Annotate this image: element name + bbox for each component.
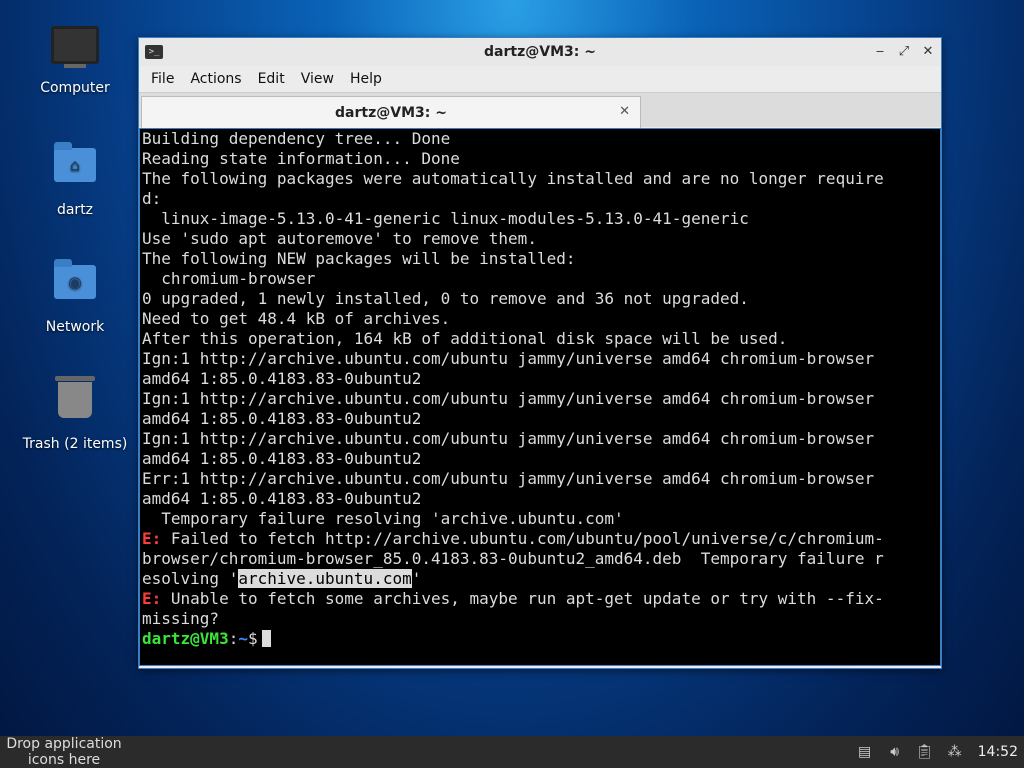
desktop-icon-label: Trash (2 items): [22, 436, 128, 452]
menu-edit[interactable]: Edit: [250, 71, 293, 87]
desktop-icon-label: Network: [45, 319, 105, 335]
menubar: File Actions Edit View Help: [139, 66, 941, 92]
trash-icon: [51, 376, 99, 430]
error-prefix: E:: [142, 529, 162, 548]
terminal-line: Temporary failure resolving 'archive.ubu…: [142, 509, 624, 528]
desktop-icon-computer[interactable]: Computer: [20, 22, 130, 96]
terminal-line: Ign:1 http://archive.ubuntu.com/ubuntu j…: [142, 389, 875, 408]
menu-help[interactable]: Help: [342, 71, 390, 87]
terminal-text: Building dependency tree... Done Reading…: [140, 129, 940, 529]
terminal-line: Building dependency tree... Done: [142, 129, 451, 148]
terminal-line: amd64 1:85.0.4183.83-0ubuntu2: [142, 489, 422, 508]
prompt-sep: :: [228, 629, 239, 648]
terminal-window: >_ dartz@VM3: ~ ‒ ⤢ ✕ File Actions Edit …: [138, 37, 942, 669]
error-line: browser/chromium-browser_85.0.4183.83-0u…: [142, 549, 884, 568]
desktop-icon-network[interactable]: ◉ Network: [20, 257, 130, 335]
terminal-line: Err:1 http://archive.ubuntu.com/ubuntu j…: [142, 469, 875, 488]
terminal-line: amd64 1:85.0.4183.83-0ubuntu2: [142, 369, 422, 388]
terminal-line: amd64 1:85.0.4183.83-0ubuntu2: [142, 409, 422, 428]
error-prefix: E:: [142, 589, 162, 608]
system-tray: ▤ 🔊︎ 📋︎ ⁂ 14:52: [850, 736, 1024, 768]
computer-icon: [51, 26, 99, 74]
window-title: dartz@VM3: ~: [484, 44, 596, 60]
desktop-icon-home[interactable]: ⌂ dartz: [20, 140, 130, 218]
error-line: Unable to fetch some archives, maybe run…: [161, 589, 884, 608]
tab-strip: dartz@VM3: ~ ✕: [139, 92, 941, 128]
terminal-line: The following NEW packages will be insta…: [142, 249, 576, 268]
close-button[interactable]: ✕: [921, 44, 935, 59]
menu-actions[interactable]: Actions: [182, 71, 249, 87]
menu-file[interactable]: File: [143, 71, 182, 87]
prompt-symbol: $: [247, 629, 258, 648]
error-line: ': [411, 569, 422, 588]
terminal-line: Ign:1 http://archive.ubuntu.com/ubuntu j…: [142, 349, 875, 368]
clock[interactable]: 14:52: [970, 744, 1024, 760]
terminal-line: Ign:1 http://archive.ubuntu.com/ubuntu j…: [142, 429, 875, 448]
terminal-line: amd64 1:85.0.4183.83-0ubuntu2: [142, 449, 422, 468]
tab-label: dartz@VM3: ~: [335, 104, 447, 121]
clipboard-icon[interactable]: 📋︎: [910, 744, 940, 760]
terminal-line: After this operation, 164 kB of addition…: [142, 329, 788, 348]
prompt-path: ~: [238, 629, 248, 648]
desktop-icon-trash[interactable]: Trash (2 items): [20, 374, 130, 452]
terminal-line: d:: [142, 189, 162, 208]
notes-icon[interactable]: ▤: [850, 744, 880, 760]
error-line: missing?: [142, 609, 220, 628]
terminal-output[interactable]: Building dependency tree... Done Reading…: [139, 128, 941, 666]
text-cursor: [261, 630, 271, 647]
terminal-line: 0 upgraded, 1 newly installed, 0 to remo…: [142, 289, 749, 308]
launcher-drop-area[interactable]: Drop application icons here: [0, 736, 128, 768]
terminal-line: Use 'sudo apt autoremove' to remove them…: [142, 229, 537, 248]
terminal-errors: E: Failed to fetch http://archive.ubuntu…: [140, 529, 940, 649]
terminal-line: chromium-browser: [142, 269, 316, 288]
desktop-icon-label: Computer: [40, 80, 110, 96]
window-titlebar[interactable]: >_ dartz@VM3: ~ ‒ ⤢ ✕: [139, 38, 941, 66]
bottom-panel: Drop application icons here ▤ 🔊︎ 📋︎ ⁂ 14…: [0, 736, 1024, 768]
terminal-line: linux-image-5.13.0-41-generic linux-modu…: [142, 209, 749, 228]
home-folder-icon: ⌂: [51, 142, 99, 196]
prompt-user-host: dartz@VM3: [142, 629, 229, 648]
minimize-button[interactable]: ‒: [873, 44, 887, 59]
desktop-icon-label: dartz: [56, 202, 94, 218]
terminal-line: Need to get 48.4 kB of archives.: [142, 309, 451, 328]
menu-view[interactable]: View: [293, 71, 342, 87]
volume-icon[interactable]: 🔊︎: [880, 744, 910, 760]
error-line: esolving ': [142, 569, 239, 588]
error-line: Failed to fetch http://archive.ubuntu.co…: [161, 529, 884, 548]
terminal-line: Reading state information... Done: [142, 149, 460, 168]
selected-text[interactable]: archive.ubuntu.com: [238, 569, 412, 588]
maximize-button[interactable]: ⤢: [897, 44, 911, 59]
terminal-line: The following packages were automaticall…: [142, 169, 884, 188]
tab-close-icon[interactable]: ✕: [619, 104, 630, 119]
network-icon[interactable]: ⁂: [940, 744, 970, 760]
tab-terminal[interactable]: dartz@VM3: ~ ✕: [141, 96, 641, 128]
network-folder-icon: ◉: [51, 259, 99, 313]
